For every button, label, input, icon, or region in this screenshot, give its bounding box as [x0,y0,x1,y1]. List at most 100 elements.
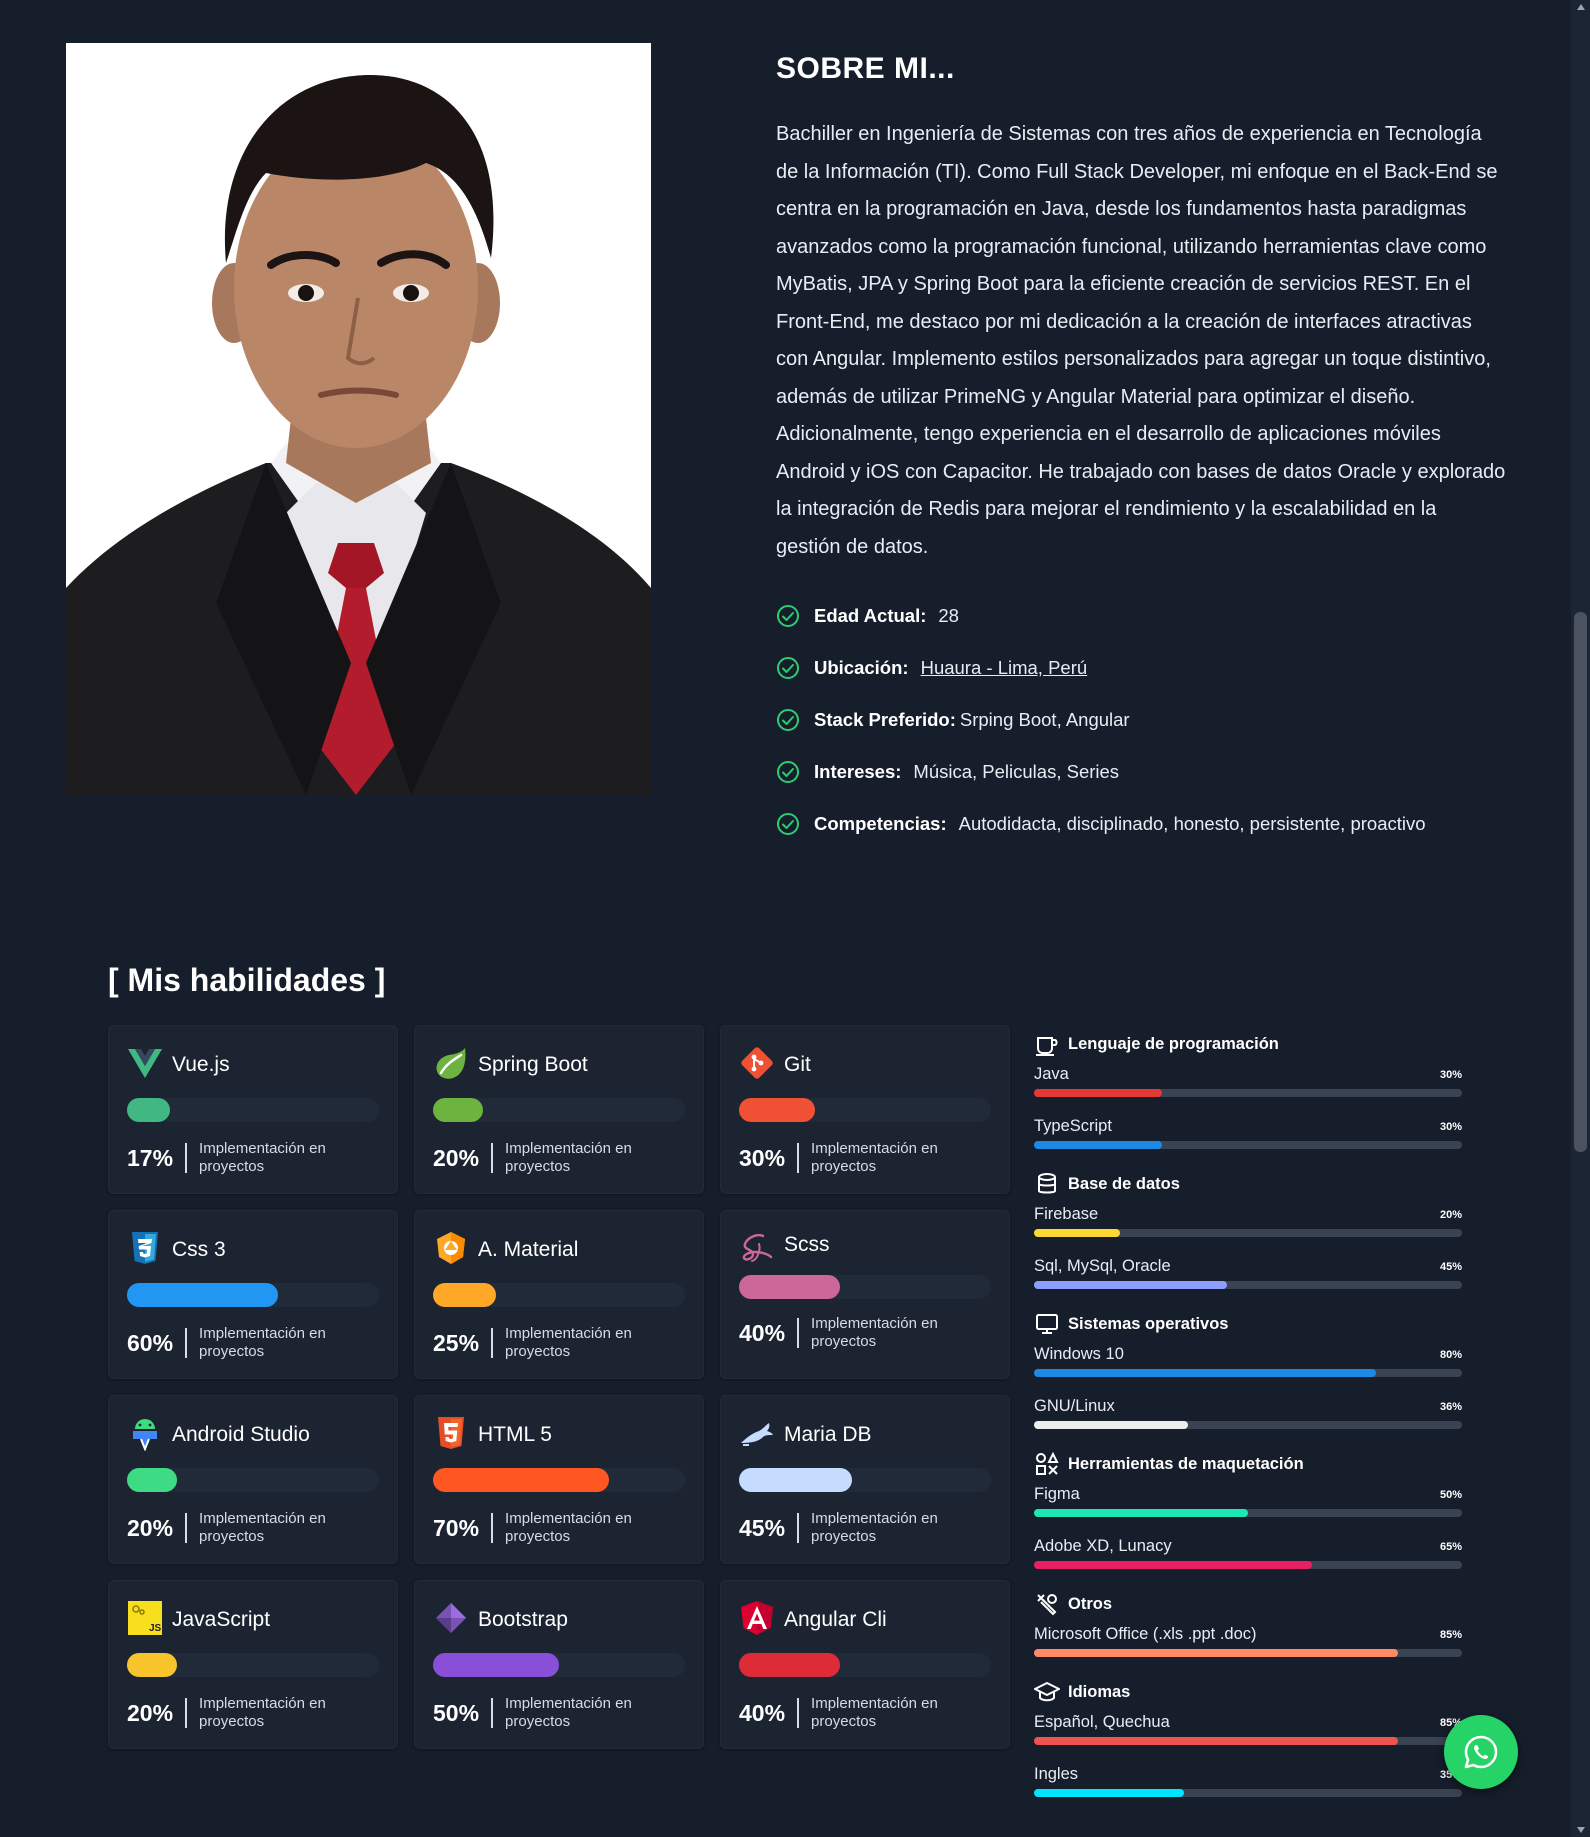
skill-track [433,1468,685,1492]
skill-name: JavaScript [172,1608,271,1631]
skill-name: Angular Cli [784,1608,887,1631]
skill-percent: 60% [127,1329,174,1356]
bar-track [1034,1737,1462,1745]
skill-card: JS JavaScript 20% Implementación en proye… [108,1580,398,1749]
bar-percent: 65% [1439,1541,1462,1553]
category-heading: Idiomas [1034,1678,1462,1706]
category-heading: Herramientas de maquetación [1034,1450,1462,1478]
bar-label: TypeScript [1034,1117,1112,1135]
page-scrollbar[interactable] [1571,0,1590,1837]
skill-percent: 20% [127,1514,174,1541]
spring-boot-icon [436,1048,466,1079]
skill-fill [127,1098,170,1122]
scrollbar-thumb[interactable] [1574,612,1587,1152]
fact-location: Ubicación: Huaura - Lima, Perú [776,642,1506,694]
skill-caption: Implementación en proyectos [811,1315,938,1350]
bar-label: Figma [1034,1485,1080,1503]
skill-name: Android Studio [172,1423,310,1446]
fact-value: Autodidacta, disciplinado, honesto, pers… [958,813,1426,834]
bar-fill [1034,1509,1248,1517]
bar-fill [1034,1229,1120,1237]
category-name: Base de datos [1068,1174,1180,1193]
skill-caption: Implementación en proyectos [199,1140,326,1175]
bar-label: Java [1034,1065,1069,1083]
bar-label: Ingles [1034,1765,1079,1783]
bar-track [1034,1509,1462,1517]
scroll-down-arrow[interactable] [1577,1827,1585,1833]
skill-name: Scss [784,1233,830,1256]
skill-caption: Implementación en proyectos [505,1510,632,1545]
skill-categories: Lenguaje de programación Java 30% TypeScr… [1034,1030,1462,1810]
category-heading: Otros [1034,1590,1462,1618]
skill-caption: Implementación en proyectos [505,1325,632,1360]
bar-percent: 45% [1439,1261,1462,1273]
skill-track [433,1283,685,1307]
skill-caption: Implementación en proyectos [199,1695,326,1730]
skill-name: Vue.js [172,1053,230,1076]
bar-percent: 85% [1439,1629,1462,1641]
bar-track [1034,1421,1462,1429]
angular-material-icon [437,1232,465,1264]
fact-stack: Stack Preferido: Srping Boot, Angular [776,694,1506,746]
bar-fill [1034,1789,1184,1797]
sass-icon [742,1233,773,1262]
mariadb-icon [741,1423,773,1446]
skill-fill [739,1653,840,1677]
skills-title: [ Mis habilidades ] [108,962,386,998]
bar-fill [1034,1281,1227,1289]
about-bio: Bachiller en Ingeniería de Sistemas con … [776,123,1506,558]
fact-label: Competencias: [814,813,947,834]
skill-caption: Implementación en proyectos [505,1140,632,1175]
bar-fill [1034,1421,1189,1429]
skill-fill [739,1275,840,1299]
bar-label: GNU/Linux [1034,1397,1115,1415]
bar-fill [1034,1737,1398,1745]
skill-card: Git 30% Implementación en proyectos [720,1025,1010,1194]
bar-item: Sql, MySql, Oracle 45% [1034,1250,1462,1302]
category-name: Idiomas [1068,1682,1131,1701]
check-circle-icon [777,709,799,731]
bar-item: Firebase 20% [1034,1198,1462,1250]
bar-label: Windows 10 [1034,1345,1124,1363]
skill-name: Maria DB [784,1423,872,1446]
whatsapp-button[interactable] [1444,1715,1518,1789]
check-circle-icon [777,813,799,835]
bar-percent: 36% [1439,1401,1462,1413]
skill-fill [433,1283,496,1307]
location-link[interactable]: Huaura - Lima, Perú [921,657,1088,679]
skills-grid: Vue.js 17% Implementación en proyectos Sp… [108,1025,1010,1749]
fact-age: Edad Actual: 28 [776,590,1506,642]
bar-track [1034,1229,1462,1237]
bar-fill [1034,1089,1163,1097]
skill-caption: Implementación en proyectos [199,1325,326,1360]
fact-competencies: Competencias: Autodidacta, disciplinado,… [776,798,1506,850]
skill-track [739,1653,991,1677]
category-heading: Lenguaje de programación [1034,1030,1462,1058]
bootstrap-icon [436,1603,466,1633]
skill-percent: 45% [739,1514,786,1541]
skill-track [433,1098,685,1122]
skill-track [433,1653,685,1677]
bar-percent: 20% [1439,1209,1462,1221]
fact-interests: Intereses: Música, Peliculas, Series [776,746,1506,798]
bar-track [1034,1789,1462,1797]
check-circle-icon [777,657,799,679]
skill-track [739,1468,991,1492]
category-name: Lenguaje de programación [1068,1034,1279,1053]
category-name: Herramientas de maquetación [1068,1454,1304,1473]
category-heading: Base de datos [1034,1170,1462,1198]
skill-percent: 20% [127,1699,174,1726]
scroll-up-arrow[interactable] [1577,4,1585,10]
graduation-cap-icon [1034,1682,1060,1702]
skill-fill [127,1468,177,1492]
git-icon [741,1047,773,1079]
about-title: SOBRE MI... [776,52,955,85]
bar-percent: 30% [1439,1121,1462,1133]
bar-item: GNU/Linux 36% [1034,1390,1462,1442]
bar-percent: 80% [1439,1349,1462,1361]
bar-percent: 50% [1439,1489,1462,1501]
skill-track [127,1468,379,1492]
skill-card: Vue.js 17% Implementación en proyectos [108,1025,398,1194]
bar-item: Adobe XD, Lunacy 65% [1034,1530,1462,1582]
bar-track [1034,1369,1462,1377]
